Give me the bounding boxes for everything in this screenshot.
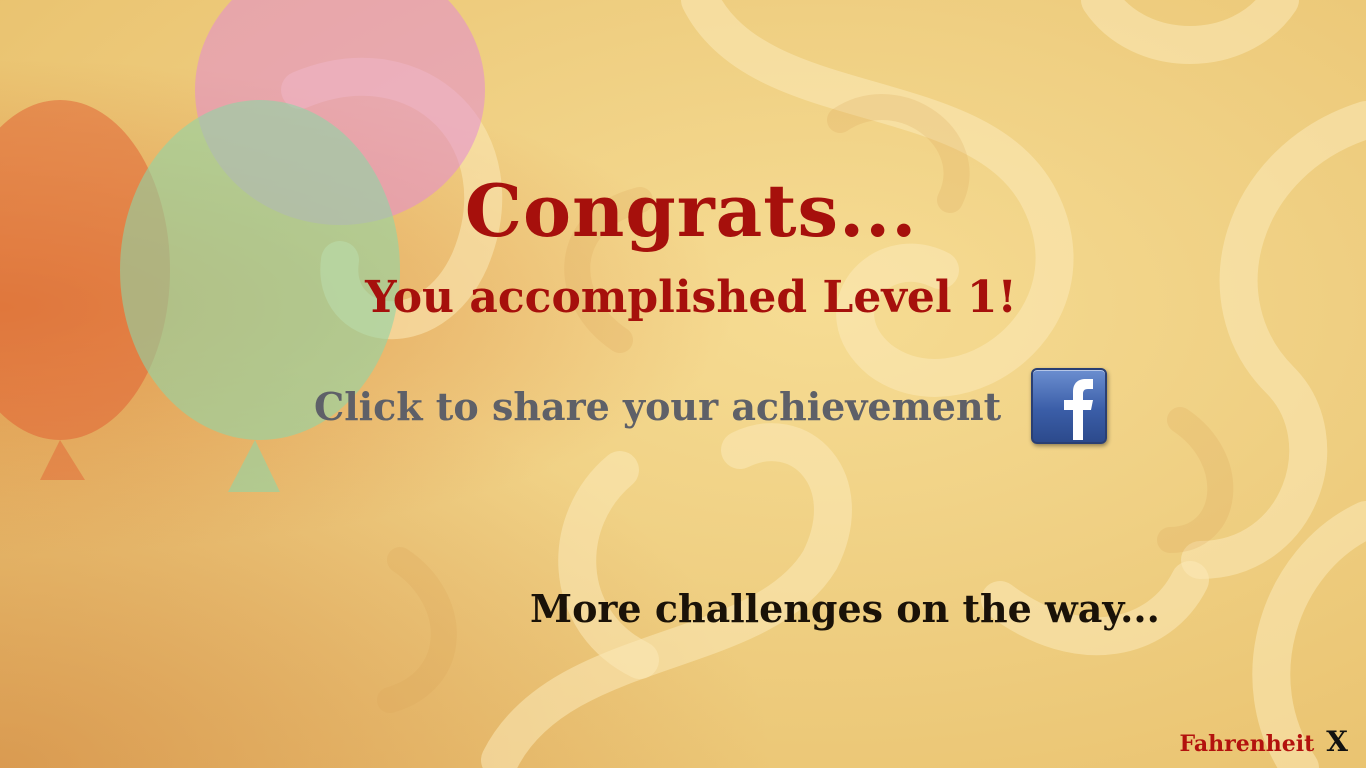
share-achievement-button[interactable]: Click to share your achievement <box>314 366 1108 446</box>
close-button[interactable]: X <box>1326 725 1348 758</box>
level-complete-subtitle: You accomplished Level 1! <box>365 272 1017 323</box>
more-challenges-text: More challenges on the way... <box>530 586 1160 631</box>
brand-name: Fahrenheit <box>1179 731 1315 757</box>
share-prompt-text[interactable]: Click to share your achievement <box>314 384 1001 429</box>
facebook-icon[interactable] <box>1031 368 1108 444</box>
congrats-title: Congrats... <box>464 168 918 253</box>
footer-brand: Fahrenheit X <box>1180 725 1349 758</box>
